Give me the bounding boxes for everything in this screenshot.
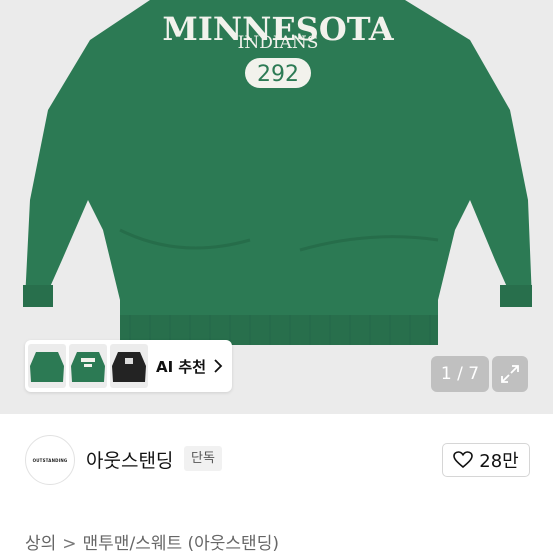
brand-row: OUTSTANDING 아웃스탠딩 단독 28만 [0, 414, 553, 509]
breadcrumb-item-subcategory[interactable]: 맨투맨/스웨트 (아웃스탠딩) [83, 534, 279, 554]
ai-recommend-strip[interactable]: AI 추천 [25, 340, 232, 392]
thumbnail-1[interactable] [28, 344, 66, 388]
brand-name[interactable]: 아웃스탠딩 [86, 446, 173, 473]
ai-recommend-label: AI 추천 [156, 357, 207, 376]
thumbnail-3[interactable] [110, 344, 148, 388]
chevron-right-icon [214, 359, 223, 373]
thumbnail-2[interactable] [69, 344, 107, 388]
print-number: 292 [257, 62, 299, 87]
heart-icon [453, 451, 474, 469]
like-count: 28만 [479, 451, 519, 472]
expand-icon [501, 365, 519, 383]
breadcrumb-item-category[interactable]: 상의 [25, 534, 56, 554]
like-button[interactable]: 28만 [442, 443, 530, 477]
print-sub-text: INDIANS [238, 33, 319, 53]
breadcrumb-separator-icon: > [62, 534, 77, 554]
exclusive-badge: 단독 [184, 446, 222, 471]
breadcrumb: 상의 > 맨투맨/스웨트 (아웃스탠딩) [25, 529, 279, 554]
brand-logo[interactable]: OUTSTANDING [25, 435, 75, 485]
image-counter: 1 / 7 [431, 356, 489, 392]
expand-button[interactable] [492, 356, 528, 392]
product-image[interactable]: MINNESOTA INDIANS 292 AI 추천 1 / 7 [0, 0, 553, 414]
